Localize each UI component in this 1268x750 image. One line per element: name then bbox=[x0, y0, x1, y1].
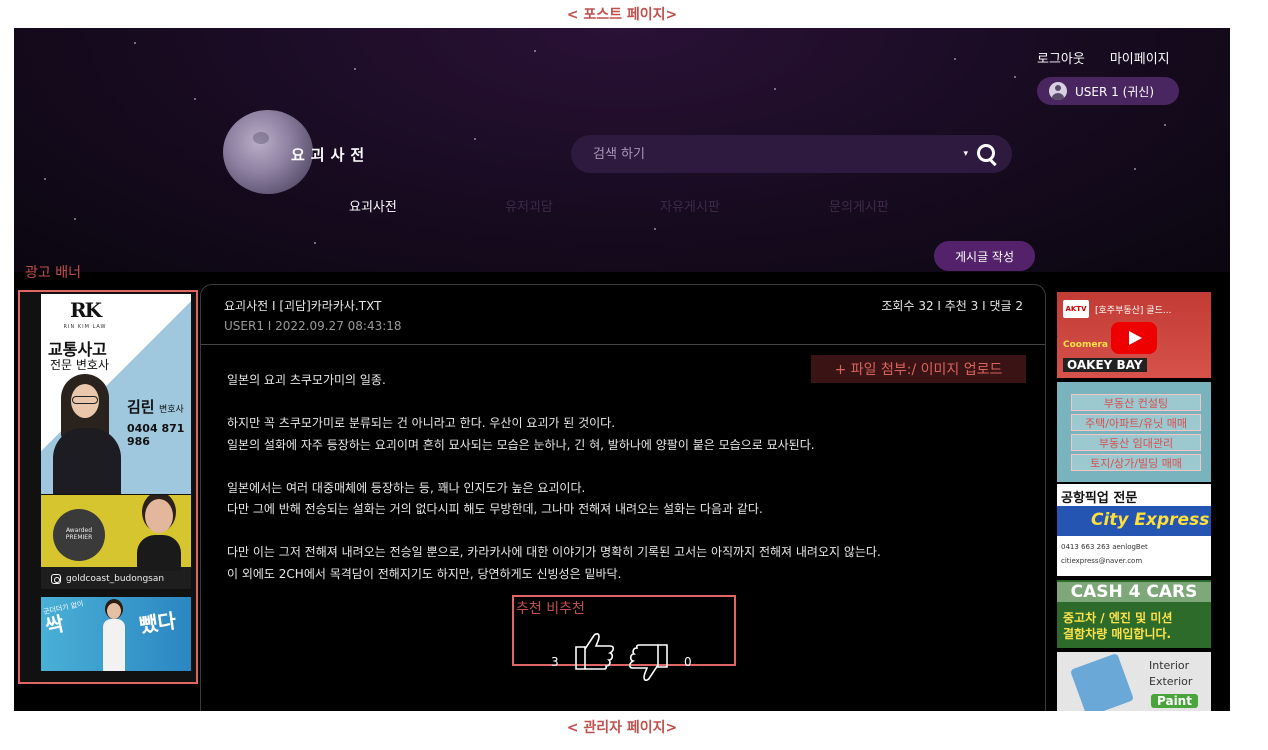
paint-line2: Exterior bbox=[1149, 675, 1193, 688]
hero-header: 요괴사전 로그아웃 마이페이지 USER 1 (귀신) ▾ 요괴사전 유저괴담 … bbox=[14, 28, 1230, 272]
re-item: 부동산 컨설팅 bbox=[1071, 394, 1201, 411]
search-dropdown-arrow-icon[interactable]: ▾ bbox=[963, 149, 968, 159]
paint-btn: Paint bbox=[1151, 694, 1198, 708]
ad-rinkim-law[interactable]: RK RIN KIM LAW 교통사고 전문 변호사 김린 변호사 0404 8… bbox=[41, 294, 191, 494]
logout-link[interactable]: 로그아웃 bbox=[1037, 48, 1085, 67]
cash-line1: 중고차 / 엔진 및 미션 bbox=[1063, 611, 1173, 625]
rk-logo: RK bbox=[69, 298, 102, 322]
clean-right: 뺐다 bbox=[137, 608, 178, 638]
city-band: City Express bbox=[1057, 506, 1211, 536]
page-annotation-post: < 포스트 페이지> bbox=[566, 7, 678, 23]
aktv-logo: AKTV bbox=[1063, 300, 1089, 318]
post-meta: USER1 I 2022.09.27 08:43:18 bbox=[224, 319, 402, 333]
ad-cash-4-cars[interactable]: CASH 4 CARS 중고차 / 엔진 및 미션 결함차량 매입합니다. bbox=[1057, 580, 1211, 648]
instagram-icon bbox=[51, 574, 61, 584]
post-line: 다만 그에 반해 전승되는 설화는 거의 없다시피 해도 무방한데, 그나마 전… bbox=[227, 502, 763, 516]
search-bar: ▾ bbox=[571, 135, 1012, 173]
annotation-ad-banner: 광고 배너 bbox=[25, 265, 81, 281]
re-item: 토지/상가/빌딩 매매 bbox=[1071, 454, 1201, 471]
thumbs-down-icon[interactable] bbox=[627, 643, 669, 683]
lawyer-photo bbox=[53, 372, 125, 494]
cash-line2: 결함차량 매입합니다. bbox=[1063, 627, 1172, 641]
city-phone: 0413 663 263 aenlogBet bbox=[1061, 543, 1148, 551]
nav-item-user-stories[interactable]: 유저괴담 bbox=[505, 196, 553, 215]
rk-subheadline: 전문 변호사 bbox=[50, 358, 110, 372]
paint-line1: Interior bbox=[1149, 659, 1190, 672]
cash-title: CASH 4 CARS bbox=[1057, 582, 1211, 602]
rk-sub: RIN KIM LAW bbox=[63, 324, 107, 330]
thumbs-up-icon[interactable] bbox=[574, 631, 616, 671]
rk-lawyer-name: 김린 bbox=[127, 398, 155, 416]
rk-phone: 0404 871 986 bbox=[127, 422, 185, 448]
city-email: citiexpress@naver.com bbox=[1061, 557, 1143, 565]
nav-item-inquiry-board[interactable]: 문의게시판 bbox=[829, 196, 889, 215]
rk-lawyer-title: 변호사 bbox=[159, 405, 184, 415]
dislike-count: 0 bbox=[684, 655, 692, 669]
search-icon[interactable] bbox=[976, 143, 998, 165]
ad-paint[interactable]: Interior Exterior Paint bbox=[1057, 652, 1211, 711]
search-input[interactable] bbox=[593, 146, 964, 162]
ad-real-estate[interactable]: 부동산 컨설팅 주택/아파트/유닛 매매 부동산 임대관리 토지/상가/빌딩 매… bbox=[1057, 382, 1211, 482]
user-avatar-icon bbox=[1049, 82, 1067, 100]
ad-banner-left: RK RIN KIM LAW 교통사고 전문 변호사 김린 변호사 0404 8… bbox=[18, 290, 198, 684]
write-post-button[interactable]: 게시글 작성 bbox=[934, 241, 1035, 271]
post-paragraph: 일본의 요괴 츠쿠모가미의 일종. bbox=[227, 373, 386, 387]
user-badge[interactable]: USER 1 (귀신) bbox=[1037, 77, 1179, 105]
ad-youtube-video[interactable]: AKTV [호주부동산] 골드... Coomera OAKEY BAY bbox=[1057, 292, 1211, 378]
vote-box bbox=[512, 595, 736, 666]
ad-city-express[interactable]: 공항픽업 전문 City Express 0413 663 263 aenlog… bbox=[1057, 484, 1211, 576]
gc-handle: goldcoast_budongsan bbox=[66, 574, 165, 584]
nav-item-free-board[interactable]: 자유게시판 bbox=[660, 196, 720, 215]
post-line: 다만 이는 그저 전해져 내려오는 전승일 뿐으로, 카라카사에 대한 이야기가… bbox=[227, 545, 881, 559]
post-breadcrumb: 요괴사전 I [괴담]카라카사.TXT bbox=[224, 299, 382, 313]
page-annotation-admin: < 관리자 페이지> bbox=[566, 720, 678, 736]
gc-badge: Awarded PREMIER bbox=[53, 509, 105, 561]
post-line: 일본에서는 여러 대중매체에 등장하는 등, 꽤나 인지도가 높은 요괴이다. bbox=[227, 480, 586, 495]
ad-cleaning[interactable]: 군더더기 없이 싹 뺐다 bbox=[41, 597, 191, 671]
re-item: 부동산 임대관리 bbox=[1071, 434, 1201, 451]
play-icon[interactable] bbox=[1111, 322, 1157, 354]
yt-bottom: OAKEY BAY bbox=[1063, 358, 1147, 372]
like-count: 3 bbox=[551, 655, 559, 669]
user-name: USER 1 (귀신) bbox=[1075, 84, 1155, 99]
yt-title: [호주부동산] 골드... bbox=[1095, 305, 1172, 316]
paint-roller-icon bbox=[1069, 652, 1135, 711]
yt-brand: Coomera bbox=[1063, 340, 1108, 350]
ad-banner-right: AKTV [호주부동산] 골드... Coomera OAKEY BAY 부동산… bbox=[1057, 292, 1211, 711]
post-line: 하지만 꼭 츠쿠모가미로 분류되는 건 아니라고 한다. 우산이 요괴가 된 것… bbox=[227, 416, 616, 430]
post-stats: 조회수 32 I 추천 3 I 댓글 2 bbox=[881, 299, 1023, 313]
post-line: 일본의 설화에 자주 등장하는 요괴이며 흔히 묘사되는 모습은 눈하나, 긴 … bbox=[227, 437, 815, 452]
agent-photo bbox=[137, 499, 181, 571]
mypage-link[interactable]: 마이페이지 bbox=[1110, 48, 1170, 67]
file-upload-button[interactable]: + 파일 첨부:/ 이미지 업로드 bbox=[811, 355, 1026, 383]
site-logo-text[interactable]: 요괴사전 bbox=[291, 144, 370, 165]
post-body: 일본의 요괴 츠쿠모가미의 일종. 하지만 꼭 츠쿠모가미로 분류되는 건 아니… bbox=[227, 370, 881, 585]
ad-goldcoast-budongsan[interactable]: Awarded PREMIER goldcoast_budongsan bbox=[41, 495, 191, 589]
post-header: 요괴사전 I [괴담]카라카사.TXT USER1 I 2022.09.27 0… bbox=[201, 285, 1045, 345]
cleaner-photo bbox=[99, 603, 129, 671]
re-item: 주택/아파트/유닛 매매 bbox=[1071, 414, 1201, 431]
nav-item-yokai-dictionary[interactable]: 요괴사전 bbox=[349, 196, 397, 215]
post-line: 이 외에도 2CH에서 목격담이 전해지기도 하지만, 당연하게도 신빙성은 밑… bbox=[227, 566, 622, 581]
